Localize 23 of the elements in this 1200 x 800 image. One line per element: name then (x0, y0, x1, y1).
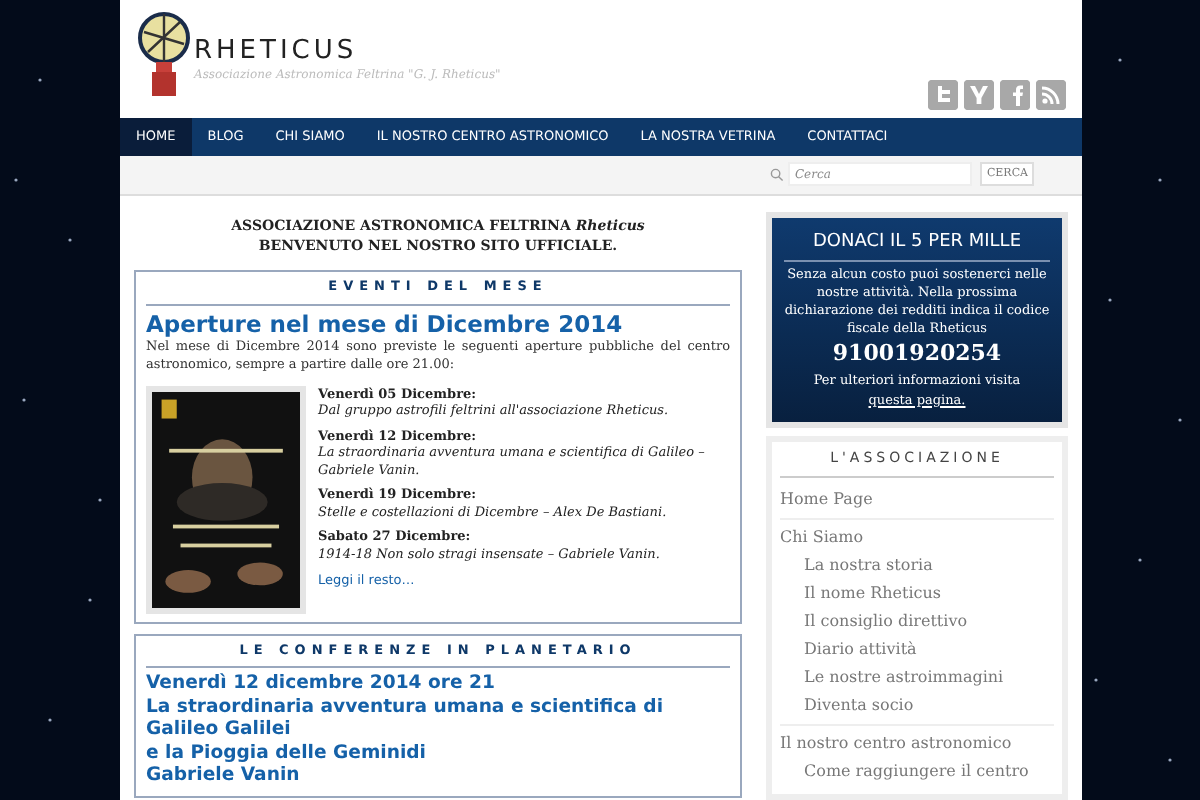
site-title: RHETICUS (194, 36, 360, 66)
conference-title: Venerdì 12 dicembre 2014 ore 21 (146, 672, 497, 696)
search-icon (770, 167, 785, 182)
sidebar-link[interactable]: Il nome Rheticus (804, 579, 1054, 608)
article-title: Aperture nel mese di Dicembre 2014 (146, 309, 625, 338)
conference-title: e la Pioggia delle Geminidi (146, 741, 428, 765)
y-letter-icon[interactable] (964, 80, 994, 110)
tax-code: 91001920254 (832, 338, 1002, 371)
sidebar-link[interactable]: Home Page (780, 485, 1054, 514)
sidebar-link[interactable]: Le nostre astroimmagini (804, 663, 1054, 692)
sidebar-link[interactable]: La nostra storia (804, 551, 1054, 580)
twitter-icon[interactable] (928, 80, 958, 110)
armillary-sphere-logo (136, 12, 192, 100)
sidebar-link[interactable]: Diario attività (804, 635, 1054, 664)
sidebar-link[interactable]: Il consiglio direttivo (804, 607, 1054, 636)
conference-title: Gabriele Vanin (146, 764, 302, 788)
sidebar-link[interactable]: Chi Siamo (780, 523, 1054, 552)
facebook-icon[interactable] (1000, 80, 1030, 110)
sidebar-link[interactable]: Il nostro centro astronomico (780, 729, 1054, 758)
donate-title: DONACI IL 5 PER MILLE (784, 229, 1050, 263)
sidebar-link[interactable]: Come raggiungere il centro (804, 757, 1054, 786)
rss-icon[interactable] (1036, 80, 1066, 110)
sidebar-link[interactable]: Diventa socio (804, 691, 1054, 720)
